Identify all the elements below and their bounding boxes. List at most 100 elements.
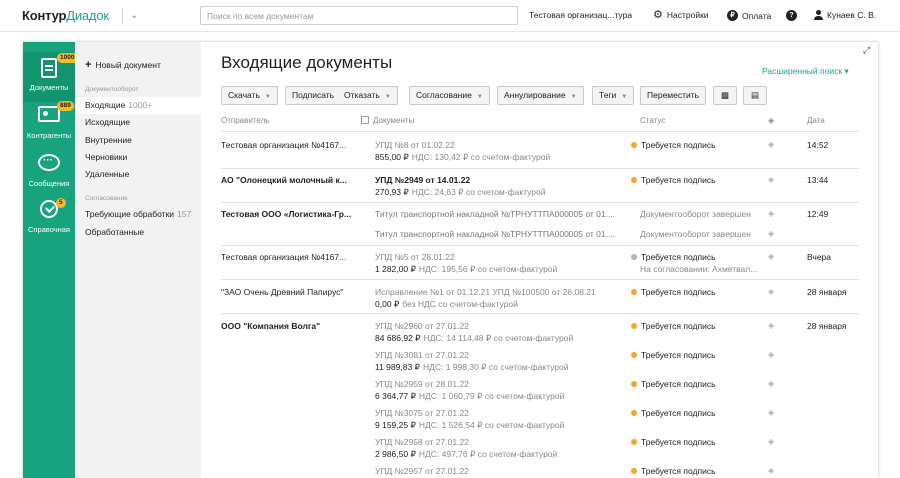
status-dot bbox=[631, 468, 637, 474]
subnav-needs-processing[interactable]: Требующие обработки 157 bbox=[75, 206, 201, 223]
subnav-drafts[interactable]: Черновики bbox=[75, 149, 201, 166]
column-documents[interactable]: Документы bbox=[361, 116, 414, 125]
row-document-title[interactable]: УПД №3075 от 27.01.22 bbox=[375, 408, 630, 418]
row-status-secondary: На согласовании: Ахметвал... bbox=[640, 264, 758, 274]
chat-icon bbox=[38, 154, 60, 171]
row-document-title[interactable]: Титул транспортной накладной №ТРНУТТПА00… bbox=[375, 209, 630, 219]
row-sender[interactable]: ООО "Компания Волга" bbox=[221, 321, 356, 331]
print-button[interactable]: ▩ bbox=[713, 86, 737, 105]
subnav-deleted[interactable]: Удаленные bbox=[75, 166, 201, 183]
delete-button[interactable]: ▤ bbox=[743, 86, 767, 105]
chevron-down-icon[interactable]: ⌄ bbox=[130, 10, 138, 21]
select-all-checkbox[interactable] bbox=[361, 116, 369, 124]
row-status-text: Требуется подпись bbox=[641, 321, 716, 331]
tag-icon[interactable]: ◈ bbox=[768, 350, 774, 359]
tag-icon[interactable]: ◈ bbox=[768, 466, 774, 475]
page-title: Входящие документы bbox=[221, 53, 393, 72]
row-sender[interactable]: "ЗАО Очень Древний Папирус" bbox=[221, 287, 356, 297]
row-amount-line: 1 282,00 ₽ НДС: 195,56 ₽ со счетом-фактур… bbox=[375, 264, 630, 275]
tag-icon[interactable]: ◈ bbox=[768, 209, 774, 218]
help-button[interactable]: ? bbox=[786, 10, 797, 21]
row-amount: 6 364,77 ₽ bbox=[375, 391, 416, 401]
tags-label: Теги bbox=[599, 90, 617, 100]
subnav-internal-label: Внутренние bbox=[85, 135, 132, 145]
row-status: Требуется подпись bbox=[631, 252, 756, 262]
row-document-title[interactable]: УПД №2958 от 27.01.22 bbox=[375, 437, 630, 447]
payment-link[interactable]: ₽ Оплата bbox=[727, 10, 771, 21]
subnav-incoming[interactable]: Входящие 1000+ bbox=[75, 97, 201, 114]
nav-help[interactable]: Справочная bbox=[23, 194, 75, 244]
tag-icon[interactable]: ◈ bbox=[768, 321, 774, 330]
tag-icon[interactable]: ◈ bbox=[768, 229, 774, 238]
row-document-title[interactable]: УПД №2960 от 27.01.22 bbox=[375, 321, 630, 331]
advanced-search-link[interactable]: Расширенный поиск ▾ bbox=[762, 66, 849, 77]
advanced-search-label: Расширенный поиск bbox=[762, 66, 843, 76]
row-amount: 1 282,00 ₽ bbox=[375, 264, 416, 274]
approval-label: Согласование bbox=[416, 90, 472, 100]
row-sender[interactable]: Тестовая ООО «Логистика-Гр... bbox=[221, 209, 356, 219]
column-sender[interactable]: Отправитель bbox=[221, 116, 269, 125]
top-bar: КонтурДиадок ⌄ Тестовая организац...тура… bbox=[0, 0, 900, 32]
row-document-title[interactable]: УПД №2959 от 28.01.22 bbox=[375, 379, 630, 389]
row-sender[interactable]: Тестовая организация №4167... bbox=[221, 140, 356, 150]
tag-icon[interactable]: ◈ bbox=[768, 437, 774, 446]
tag-icon[interactable]: ◈ bbox=[768, 287, 774, 296]
tags-button[interactable]: Теги ▼ bbox=[592, 86, 635, 105]
sub-nav: + Новый документ Документооборот Входящие… bbox=[75, 42, 201, 478]
row-document-title[interactable]: УПД №5 от 28.01.22 bbox=[375, 252, 630, 262]
status-dot bbox=[631, 323, 637, 329]
subnav-drafts-label: Черновики bbox=[85, 152, 128, 162]
download-button[interactable]: Скачать ▼ bbox=[221, 86, 278, 105]
tag-icon[interactable]: ◈ bbox=[768, 379, 774, 388]
needs-count: 157 bbox=[177, 209, 192, 219]
settings-label: Настройки bbox=[666, 10, 709, 20]
approval-button[interactable]: Согласование ▼ bbox=[409, 86, 490, 105]
sign-button[interactable]: Подписать bbox=[285, 86, 342, 105]
row-status-text: Документооборот завершен bbox=[640, 209, 751, 219]
row-amount-line: 270,93 ₽ НДС: 24,63 ₽ со счетом-фактурой bbox=[375, 187, 630, 198]
settings-link[interactable]: ⚙ Настройки bbox=[653, 10, 709, 21]
row-document-title[interactable]: УПД №2949 от 14.01.22 bbox=[375, 175, 630, 185]
row-status: Требуется подпись bbox=[631, 140, 756, 150]
subnav-processed[interactable]: Обработанные bbox=[75, 224, 201, 241]
row-amount-line: 0,00 ₽ без НДС со счетом-фактурой bbox=[375, 299, 630, 310]
reject-button[interactable]: Отказать ▼ bbox=[338, 86, 398, 105]
row-nds: НДС: 24,63 ₽ со счетом-фактурой bbox=[411, 187, 546, 197]
row-status-text: Требуется подпись bbox=[641, 140, 716, 150]
logo[interactable]: КонтурДиадок bbox=[22, 8, 109, 23]
status-dot bbox=[631, 142, 637, 148]
row-sender[interactable]: АО "Олонецкий молочный к... bbox=[221, 175, 356, 185]
new-document-button[interactable]: + Новый документ bbox=[85, 59, 161, 71]
main-content: ⤢ Входящие документы Расширенный поиск ▾… bbox=[201, 42, 878, 478]
row-sender[interactable]: Тестовая организация №4167... bbox=[221, 252, 356, 262]
subnav-outgoing[interactable]: Исходящие bbox=[75, 114, 201, 131]
tag-icon[interactable]: ◈ bbox=[768, 408, 774, 417]
nav-help-label: Справочная bbox=[27, 225, 70, 234]
search-input[interactable] bbox=[200, 6, 518, 25]
subnav-internal[interactable]: Внутренние bbox=[75, 132, 201, 149]
row-nds: НДС: 14 114,48 ₽ со счетом-фактурой bbox=[423, 333, 574, 343]
column-status[interactable]: Статус bbox=[640, 116, 665, 125]
row-nds: НДС: 497,76 ₽ со счетом-фактурой bbox=[418, 449, 558, 459]
column-date[interactable]: Дата bbox=[807, 116, 825, 125]
move-button[interactable]: Переместить bbox=[640, 86, 707, 105]
user-menu[interactable]: Кунаев С. В. bbox=[814, 10, 876, 20]
contractors-badge: 889 bbox=[57, 101, 74, 111]
tag-icon[interactable]: ◈ bbox=[768, 175, 774, 184]
row-document-title[interactable]: УПД №8 от 01.02.22 bbox=[375, 140, 630, 150]
org-selector[interactable]: Тестовая организац...тура bbox=[529, 10, 632, 20]
divider bbox=[221, 279, 859, 280]
row-nds: НДС: 130,42 ₽ со счетом-фактурой bbox=[411, 152, 551, 162]
nav-messages[interactable]: Сообщения bbox=[23, 148, 75, 198]
tag-icon[interactable]: ◈ bbox=[768, 252, 774, 261]
row-document-title[interactable]: Исправление №1 от 01.12.21 УПД №100500 о… bbox=[375, 287, 630, 297]
status-dot bbox=[631, 289, 637, 295]
annulment-button[interactable]: Аннулирование ▼ bbox=[497, 86, 584, 105]
row-document-title[interactable]: УПД №3081 от 27.01.22 bbox=[375, 350, 630, 360]
row-status: Требуется подпись bbox=[631, 437, 756, 447]
tag-icon[interactable]: ◈ bbox=[768, 140, 774, 149]
expand-icon[interactable]: ⤢ bbox=[863, 45, 870, 56]
row-document-title[interactable]: УПД №2957 от 27.01.22 bbox=[375, 466, 630, 476]
row-document-title[interactable]: Титул транспортной накладной №ТРНУТТПА00… bbox=[375, 229, 630, 239]
nav-contractors-icon-wrap bbox=[38, 106, 60, 128]
